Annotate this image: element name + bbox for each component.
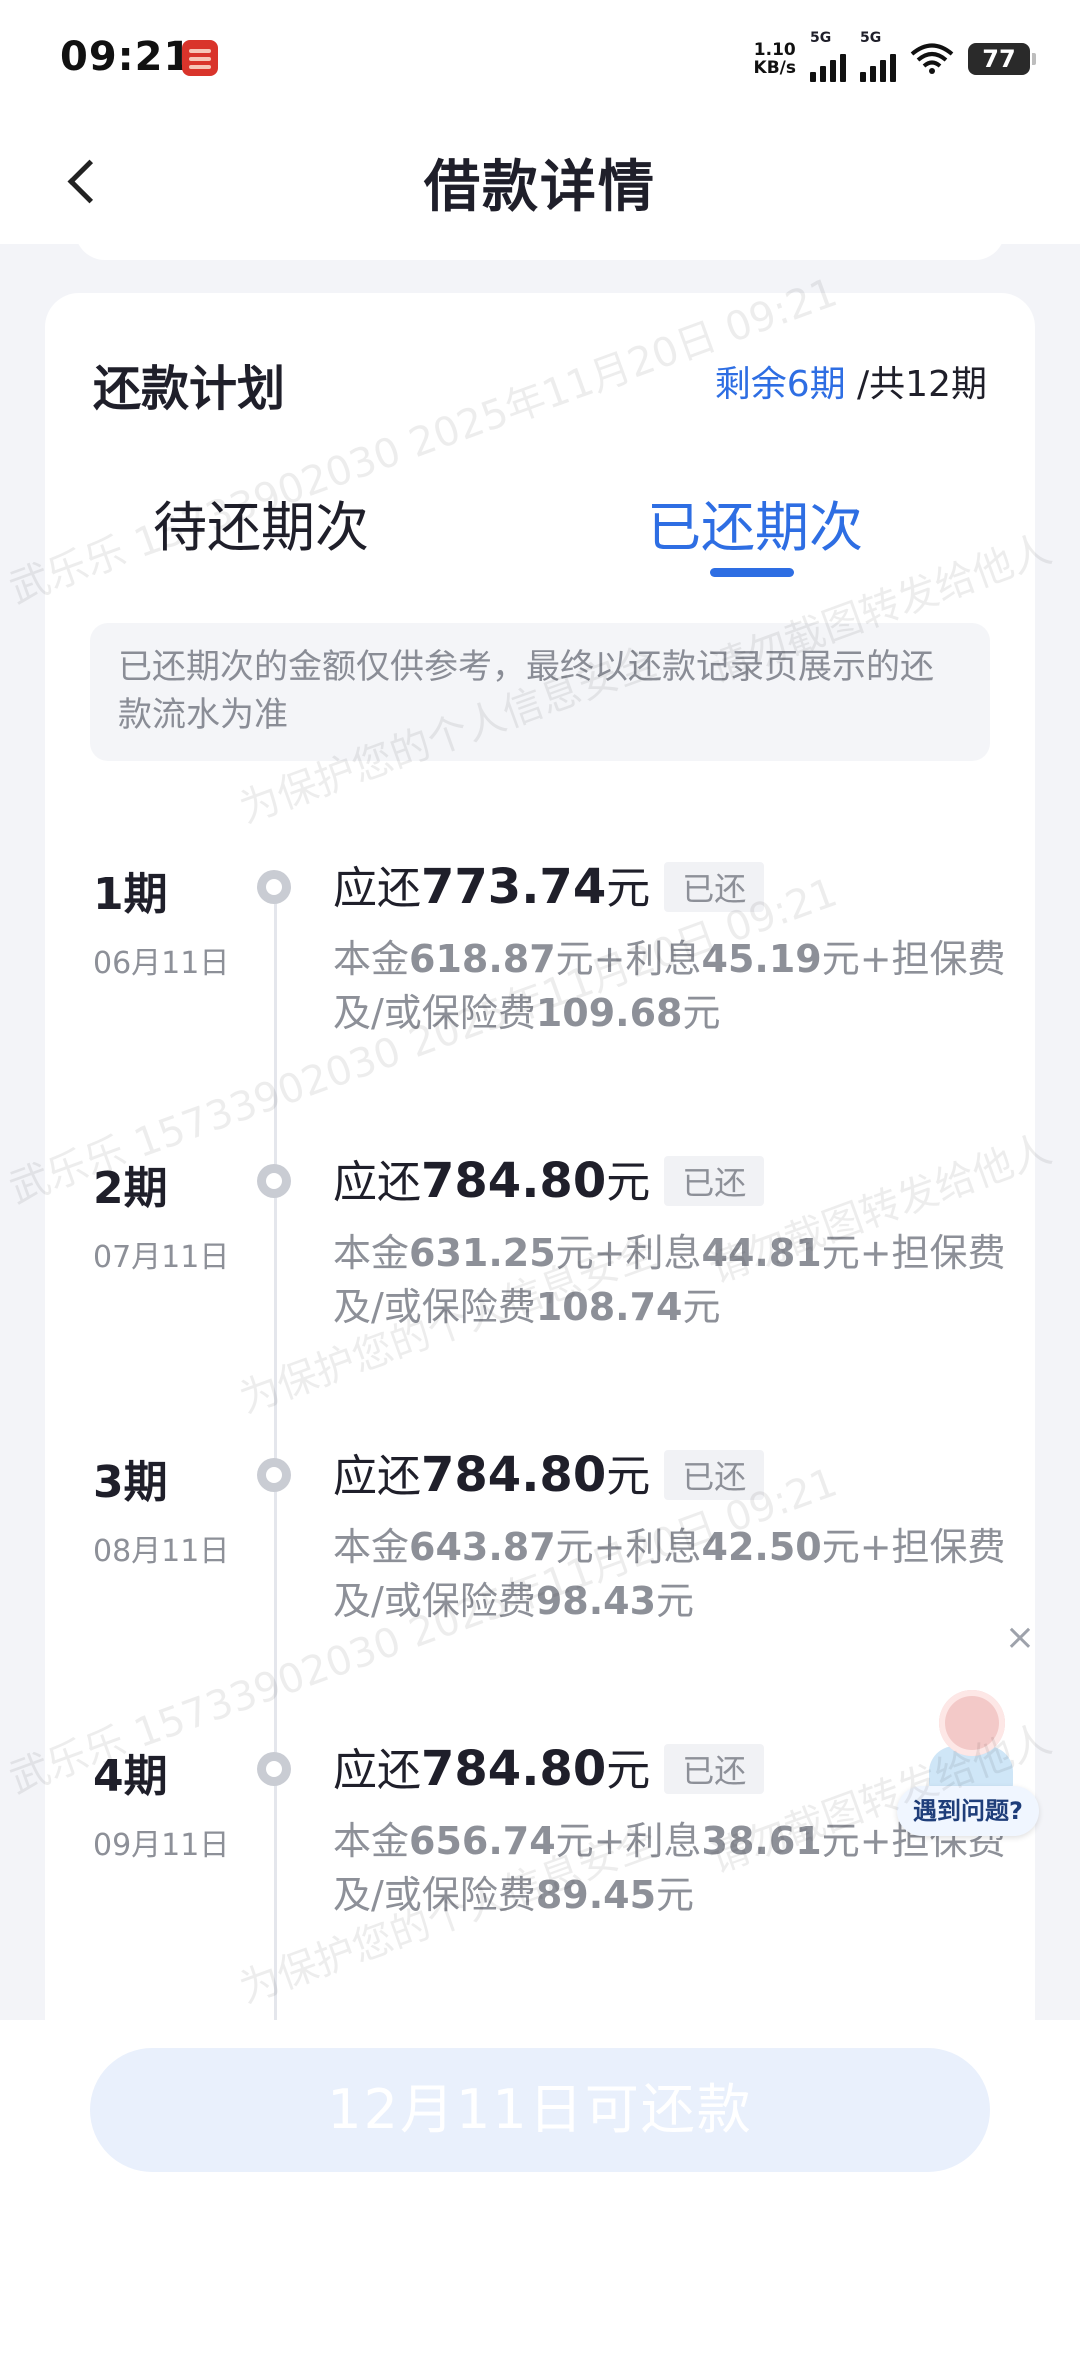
fee-value: 109.68 [535, 991, 683, 1035]
plan-period-count: 剩余6期 /共12期 [715, 355, 987, 407]
status-badge: 已还 [664, 1744, 765, 1794]
battery-icon: 77 [968, 43, 1036, 75]
interest-label: 元+利息 [555, 1231, 702, 1275]
status-badge: 已还 [664, 1156, 765, 1206]
period-number: 1期 [93, 869, 168, 920]
due-unit: 元 [606, 1451, 651, 1502]
principal-value: 631.25 [409, 1231, 556, 1275]
interest-value: 38.61 [701, 1819, 822, 1863]
period-number: 3期 [93, 1457, 168, 1508]
due-amount: 784.80 [421, 1447, 607, 1503]
mascot-head [939, 1690, 1005, 1756]
signal-icon: 5G [810, 30, 846, 82]
status-badge: 已还 [664, 1450, 765, 1500]
principal-label: 本金 [333, 937, 410, 981]
period-date: 09月11日 [93, 1828, 230, 1863]
wifi-icon [910, 43, 954, 74]
fee-unit: 元 [682, 1285, 721, 1329]
principal-label: 本金 [333, 1231, 410, 1275]
period-row: 2期 07月11日 应还784.80元 已还 本金631.25元+利息44.81元+担保… [45, 1152, 1035, 1446]
due-label: 应还 [333, 1157, 421, 1208]
network-speed: 1.10 KB/s [754, 41, 796, 77]
due-amount: 773.74 [421, 859, 607, 915]
network-speed-unit: KB/s [753, 58, 796, 78]
total-periods: /共12期 [857, 364, 987, 405]
due-label: 应还 [333, 1745, 421, 1796]
status-time: 09:21 [60, 34, 193, 80]
interest-label: 元+利息 [555, 1819, 702, 1863]
status-badge: 已还 [664, 862, 765, 912]
close-icon[interactable]: × [1004, 1620, 1036, 1656]
help-widget[interactable]: 遇到问题? [893, 1690, 1043, 1840]
sim1-label: 5G [810, 30, 832, 46]
period-due: 应还784.80元 已还 [333, 1146, 765, 1210]
due-unit: 元 [606, 1745, 651, 1796]
remaining-periods: 剩余6期 [714, 364, 846, 405]
fee-value: 108.74 [535, 1285, 683, 1329]
repay-button[interactable]: 12月11日可还款 [90, 2048, 990, 2172]
tab-paid-periods[interactable]: 已还期次 [647, 483, 863, 562]
due-unit: 元 [606, 863, 651, 914]
timeline-dot-icon [257, 870, 291, 904]
page-title: 借款详情 [424, 155, 656, 220]
period-breakdown: 本金618.87元+利息45.19元+担保费及/或保险费109.68元 [333, 932, 1023, 1040]
timeline-dot-icon [257, 1458, 291, 1492]
principal-label: 本金 [333, 1525, 410, 1569]
period-breakdown: 本金631.25元+利息44.81元+担保费及/或保险费108.74元 [333, 1226, 1023, 1334]
period-date: 07月11日 [93, 1240, 230, 1275]
principal-value: 643.87 [409, 1525, 556, 1569]
fee-value: 98.43 [535, 1579, 657, 1623]
period-number: 2期 [93, 1163, 168, 1214]
due-label: 应还 [333, 863, 421, 914]
fee-value: 89.45 [535, 1873, 657, 1917]
timeline-dot-icon [257, 1752, 291, 1786]
interest-label: 元+利息 [555, 937, 702, 981]
principal-value: 618.87 [409, 937, 556, 981]
period-row: 1期 06月11日 应还773.74元 已还 本金618.87元+利息45.19元+担保… [45, 858, 1035, 1152]
plan-title: 还款计划 [93, 361, 286, 417]
notification-app-icon [182, 40, 218, 76]
period-number: 4期 [93, 1751, 168, 1802]
repayment-plan-card: 还款计划 剩余6期 /共12期 待还期次 已还期次 已还期次的金额仅供参考，最终… [45, 293, 1035, 2093]
principal-label: 本金 [333, 1819, 410, 1863]
principal-value: 656.74 [409, 1819, 556, 1863]
status-bar: 09:21 1.10 KB/s 5G 5G 77 [0, 0, 1080, 120]
period-date: 08月11日 [93, 1534, 230, 1569]
sim2-label: 5G [860, 30, 882, 46]
tab-pending-periods[interactable]: 待还期次 [153, 483, 369, 562]
period-due: 应还784.80元 已还 [333, 1734, 765, 1798]
help-label[interactable]: 遇到问题? [897, 1786, 1039, 1836]
fee-unit: 元 [656, 1873, 695, 1917]
period-row: 4期 09月11日 应还784.80元 已还 本金656.74元+利息38.61元+担保… [45, 1740, 1035, 2034]
period-due: 应还773.74元 已还 [333, 852, 765, 916]
notice-box: 已还期次的金额仅供参考，最终以还款记录页展示的还款流水为准 [90, 623, 990, 761]
due-label: 应还 [333, 1451, 421, 1502]
status-indicators: 1.10 KB/s 5G 5G 77 [754, 30, 1036, 84]
due-unit: 元 [606, 1157, 651, 1208]
due-amount: 784.80 [421, 1741, 607, 1797]
signal-icon-2: 5G [860, 30, 896, 82]
interest-label: 元+利息 [555, 1525, 702, 1569]
period-due: 应还784.80元 已还 [333, 1440, 765, 1504]
period-date: 06月11日 [93, 946, 230, 981]
timeline-dot-icon [257, 1164, 291, 1198]
network-speed-value: 1.10 [753, 40, 796, 60]
interest-value: 45.19 [701, 937, 822, 981]
battery-level: 77 [982, 45, 1016, 73]
active-tab-indicator [710, 568, 794, 577]
due-amount: 784.80 [421, 1153, 607, 1209]
fee-unit: 元 [656, 1579, 695, 1623]
previous-card-edge [75, 220, 1005, 260]
interest-value: 44.81 [701, 1231, 822, 1275]
period-breakdown: 本金643.87元+利息42.50元+担保费及/或保险费98.43元 [333, 1520, 1023, 1628]
period-row: 3期 08月11日 应还784.80元 已还 本金643.87元+利息42.50元+担保… [45, 1446, 1035, 1740]
interest-value: 42.50 [701, 1525, 822, 1569]
fee-unit: 元 [682, 991, 721, 1035]
